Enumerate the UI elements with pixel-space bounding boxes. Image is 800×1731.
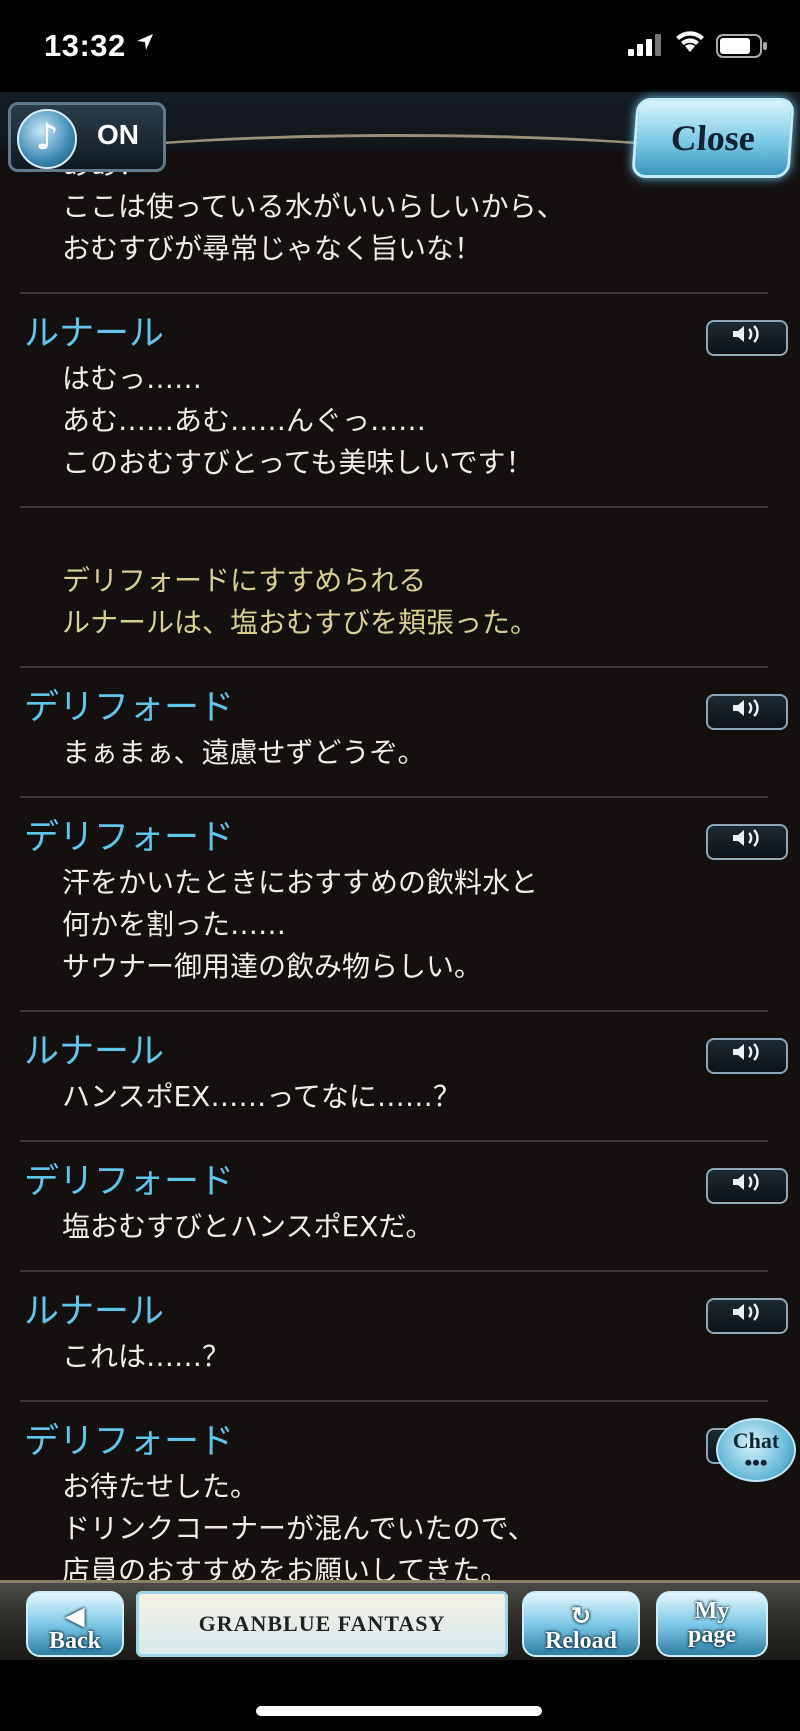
mypage-button[interactable]: My page [656, 1591, 768, 1657]
speaker-name: デリフォード [24, 818, 235, 858]
dialogue-text: これは……？ [62, 1340, 231, 1373]
story-log[interactable]: ああ！ ここは使っている水がいいらしいから、 おむすびが尋常じゃなく旨いな！ルナ… [0, 150, 800, 1580]
log-entry: デリフォードにすすめられる ルナールは、塩おむすびを頬張った。 [20, 508, 768, 668]
dialogue-text: 塩おむすびとハンスポEXだ。 [62, 1210, 434, 1243]
narration-text: デリフォードにすすめられる ルナールは、塩おむすびを頬張った。 [62, 564, 539, 639]
voice-play-button[interactable] [706, 824, 788, 860]
reload-label: Reload [545, 1628, 617, 1654]
home-indicator-area [0, 1660, 800, 1731]
dialogue-text: まぁまぁ、遠慮せずどうぞ。 [62, 736, 426, 769]
log-entry: デリフォード汗をかいたときにおすすめの飲料水と 何かを割った…… サウナー御用達… [20, 798, 788, 1012]
speaker-icon [733, 1043, 759, 1061]
dialogue-text: ハンスポEX……ってなに……？ [62, 1080, 461, 1113]
speaker-name: デリフォード [24, 1162, 235, 1202]
voice-play-button[interactable] [706, 1168, 788, 1204]
log-entry: ルナールこれは……？ [20, 1272, 788, 1402]
bottom-nav-bar: ◀ Back GRANBLUE FANTASY ↻ Reload My page [0, 1580, 800, 1663]
battery-icon [716, 34, 768, 62]
speaker-icon [733, 325, 759, 343]
speaker-name: ルナール [24, 1292, 165, 1332]
dialogue-text: 汗をかいたときにおすすめの飲料水と 何かを割った…… サウナー御用達の飲み物らし… [62, 866, 539, 983]
back-label: Back [48, 1628, 101, 1654]
log-entry: デリフォードお待たせした。 ドリンクコーナーが混んでいたので、 店員のおすすめを… [20, 1402, 788, 1580]
speaker-name: デリフォード [24, 688, 235, 728]
sound-toggle-button[interactable]: ♪ ON [8, 102, 166, 172]
back-arrow-icon: ◀ [65, 1604, 85, 1630]
speaker-name: ルナール [24, 314, 165, 354]
speaker-icon [733, 699, 759, 717]
mypage-label-line1: My [694, 1598, 730, 1624]
status-time: 13:32 [44, 28, 126, 63]
log-entry: ルナールハンスポEX……ってなに……？ [20, 1012, 788, 1142]
voice-play-button[interactable] [706, 1038, 788, 1074]
mypage-label-line2: page [688, 1622, 736, 1648]
speaker-icon [733, 1173, 759, 1191]
game-logo-text: GRANBLUE FANTASY [198, 1611, 446, 1636]
log-entry: ルナールはむっ…… あむ……あむ……んぐっ…… このおむすびとっても美味しいです… [20, 294, 788, 508]
voice-play-button[interactable] [706, 694, 788, 730]
reload-icon: ↻ [570, 1604, 592, 1630]
home-indicator[interactable] [256, 1706, 542, 1716]
speaker-icon [733, 1303, 759, 1321]
chat-dots-icon: ••• [744, 1450, 768, 1475]
log-entry: デリフォード塩おむすびとハンスポEXだ。 [20, 1142, 788, 1272]
status-bar: 13:32 [0, 0, 800, 92]
story-log-list: ああ！ ここは使っている水がいいらしいから、 おむすびが尋常じゃなく旨いな！ルナ… [0, 150, 800, 1580]
dialogue-text: お待たせした。 ドリンクコーナーが混んでいたので、 店員のおすすめをお願いしてき… [62, 1470, 536, 1580]
voice-play-button[interactable] [706, 320, 788, 356]
speaker-name: ルナール [24, 1032, 165, 1072]
dialogue-text: はむっ…… あむ……あむ……んぐっ…… このおむすびとっても美味しいです！ [62, 362, 534, 479]
back-button[interactable]: ◀ Back [26, 1591, 124, 1657]
speaker-icon [733, 829, 759, 847]
close-button[interactable]: Close [631, 98, 795, 178]
speaker-name: デリフォード [24, 1422, 235, 1462]
wifi-icon [674, 30, 706, 58]
log-entry: デリフォードまぁまぁ、遠慮せずどうぞ。 [20, 668, 788, 798]
cellular-signal-icon [628, 34, 664, 60]
chat-button[interactable]: Chat ••• [716, 1418, 796, 1482]
voice-play-button[interactable] [706, 1298, 788, 1334]
location-arrow-icon [135, 32, 155, 56]
sound-state-label: ON [97, 119, 139, 150]
music-note-icon: ♪ [17, 109, 77, 169]
reload-button[interactable]: ↻ Reload [522, 1591, 640, 1657]
game-logo-banner[interactable]: GRANBLUE FANTASY [136, 1591, 508, 1657]
